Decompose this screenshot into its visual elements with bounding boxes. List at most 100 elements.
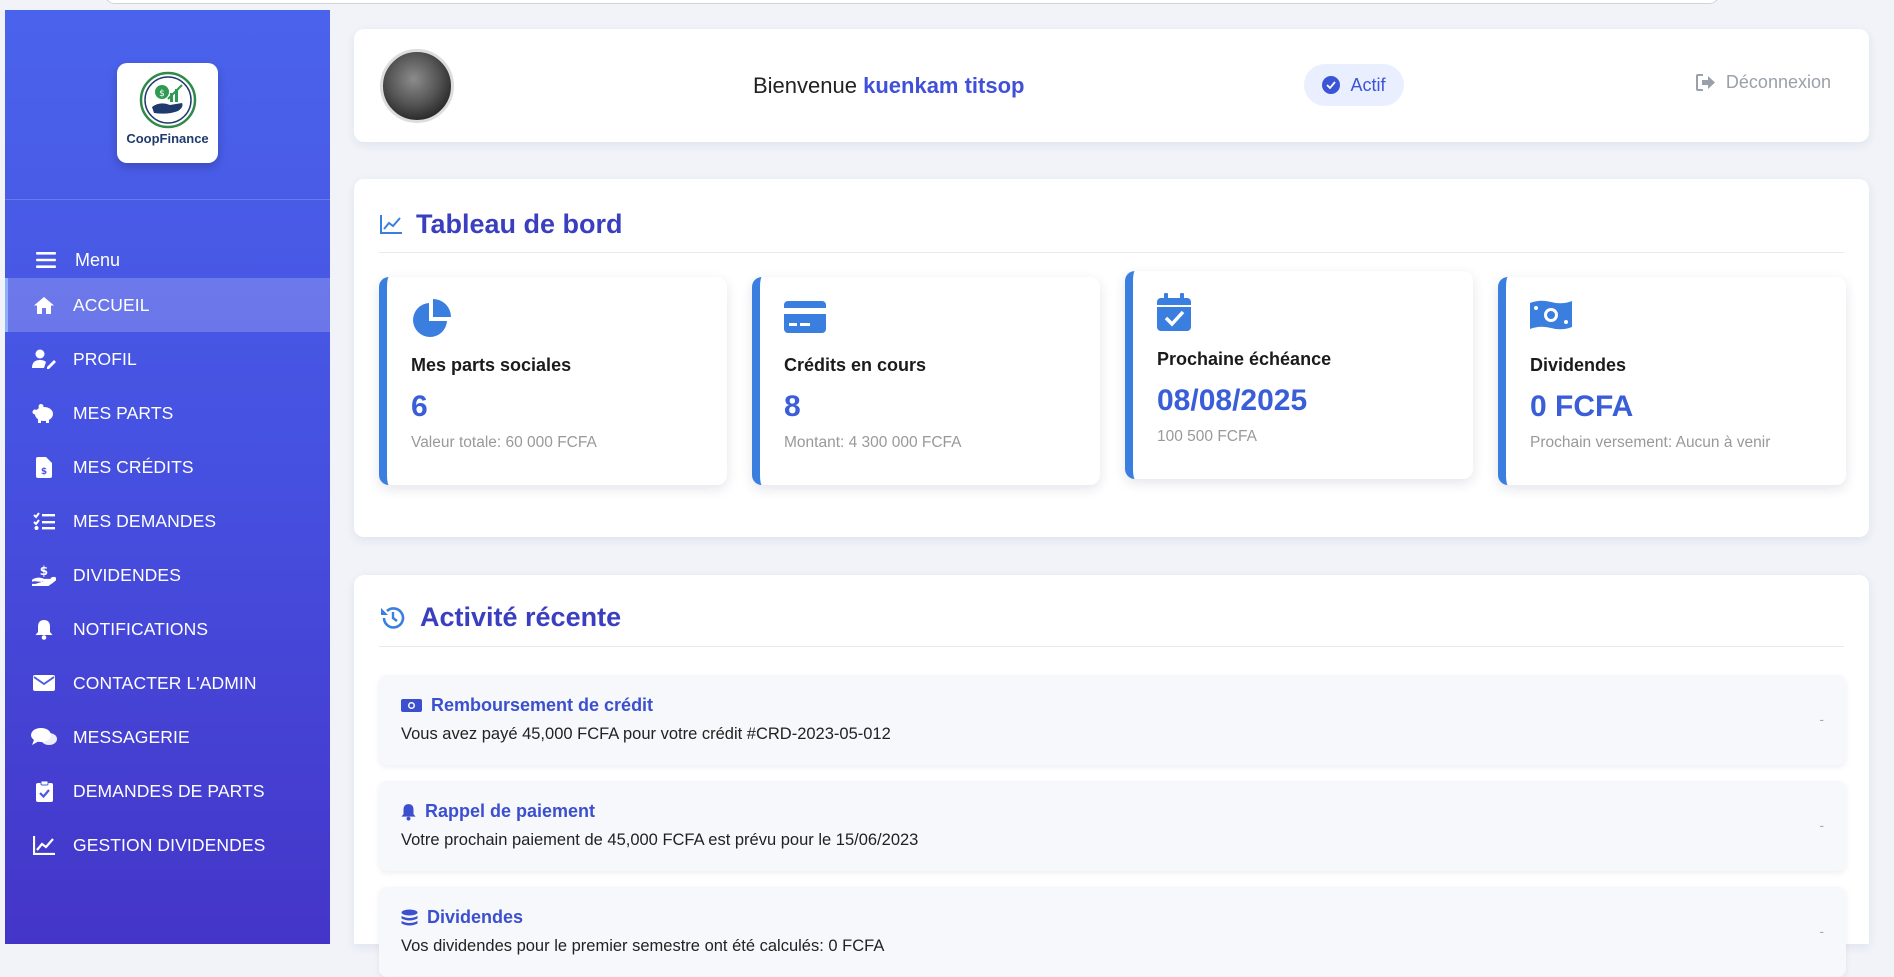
clipboard-check-icon	[31, 780, 57, 802]
user-header: Bienvenue kuenkam titsop Actif Déconnexi…	[354, 29, 1869, 142]
sidebar-item-label: NOTIFICATIONS	[73, 618, 209, 639]
money-bill-icon	[1530, 299, 1846, 341]
stat-subtext: Valeur totale: 60 000 FCFA	[411, 434, 597, 451]
status-badge: Actif	[1304, 64, 1404, 106]
money-bill-icon	[401, 699, 422, 712]
dashboard-title: Tableau de bord	[380, 209, 623, 240]
sidebar-item-label: DIVIDENDES	[73, 564, 181, 585]
divider	[379, 646, 1844, 647]
sidebar: $ CoopFinance Menu ACCUEIL PROFIL MES PA…	[5, 10, 330, 944]
stat-value: 6	[411, 390, 428, 423]
user-edit-icon	[31, 348, 57, 370]
logo-text: CoopFinance	[126, 131, 209, 146]
bell-icon	[31, 618, 57, 640]
sidebar-item-messagerie[interactable]: MESSAGERIE	[5, 710, 330, 764]
sidebar-item-mes-credits[interactable]: $ MES CRÉDITS	[5, 440, 330, 494]
activity-description: Votre prochain paiement de 45,000 FCFA e…	[401, 831, 919, 849]
invoice-dollar-icon: $	[31, 456, 57, 478]
calendar-check-icon	[1157, 293, 1473, 335]
user-name: kuenkam titsop	[863, 73, 1025, 98]
sidebar-item-label: ACCUEIL	[73, 294, 150, 315]
activity-description: Vous avez payé 45,000 FCFA pour votre cr…	[401, 725, 891, 743]
comments-icon	[31, 726, 57, 748]
stat-subtext: Montant: 4 300 000 FCFA	[784, 434, 962, 451]
chart-line-icon	[31, 834, 57, 856]
sidebar-item-contacter-admin[interactable]: CONTACTER L'ADMIN	[5, 656, 330, 710]
sidebar-item-label: GESTION DIVIDENDES	[73, 834, 266, 855]
welcome-prefix: Bienvenue	[753, 73, 857, 98]
activity-time: -	[1819, 817, 1824, 833]
logout-label: Déconnexion	[1725, 72, 1831, 92]
sidebar-item-mes-demandes[interactable]: MES DEMANDES	[5, 494, 330, 548]
sidebar-item-label: CONTACTER L'ADMIN	[73, 672, 257, 693]
activity-item[interactable]: Rappel de paiement Votre prochain paieme…	[379, 781, 1846, 871]
tasks-list-icon	[31, 510, 57, 532]
svg-text:$: $	[159, 89, 165, 99]
pie-chart-icon	[411, 299, 727, 341]
sidebar-item-label: MESSAGERIE	[73, 726, 190, 747]
divider	[379, 252, 1844, 253]
stat-card-dividendes[interactable]: Dividendes 0 FCFA Prochain versement: Au…	[1498, 277, 1846, 485]
sidebar-item-label: PROFIL	[73, 348, 137, 369]
recent-activity-panel: Activité récente Remboursement de crédit…	[354, 575, 1869, 977]
chart-line-icon	[380, 215, 402, 234]
hand-holding-usd-icon: $	[31, 564, 57, 586]
piggy-bank-icon	[31, 402, 57, 424]
menu-label: Menu	[75, 249, 121, 270]
stat-value: 08/08/2025	[1157, 384, 1308, 417]
stat-card-echeance[interactable]: Prochaine échéance 08/08/2025 100 500 FC…	[1125, 271, 1473, 479]
app-logo[interactable]: $ CoopFinance	[117, 63, 218, 163]
sidebar-item-label: MES CRÉDITS	[73, 456, 194, 477]
stat-label: Mes parts sociales	[411, 355, 572, 375]
stat-label: Dividendes	[1530, 355, 1627, 375]
sidebar-item-notifications[interactable]: NOTIFICATIONS	[5, 602, 330, 656]
hamburger-icon	[33, 249, 59, 271]
sidebar-item-gestion-dividendes[interactable]: GESTION DIVIDENDES	[5, 818, 330, 872]
coopfinance-logo-icon: $	[139, 71, 196, 129]
activity-title-text: Remboursement de crédit	[431, 695, 654, 715]
address-bar-edge[interactable]	[104, 0, 1720, 4]
svg-text:$: $	[40, 565, 48, 578]
activity-title: Activité récente	[380, 602, 621, 633]
welcome-message: Bienvenue kuenkam titsop	[753, 73, 1024, 99]
browser-top-edge	[0, 0, 1894, 10]
sidebar-item-label: MES PARTS	[73, 402, 174, 423]
coins-icon	[401, 909, 418, 925]
sidebar-item-accueil[interactable]: ACCUEIL	[5, 278, 330, 332]
activity-item-title: Dividendes	[401, 907, 523, 928]
sidebar-item-label: DEMANDES DE PARTS	[73, 780, 265, 801]
stat-card-credits[interactable]: Crédits en cours 8 Montant: 4 300 000 FC…	[752, 277, 1100, 485]
activity-title-text: Activité récente	[420, 602, 622, 632]
activity-item-title: Rappel de paiement	[401, 801, 595, 822]
sidebar-item-label: MES DEMANDES	[73, 510, 217, 531]
status-label: Actif	[1350, 74, 1386, 95]
sidebar-item-profil[interactable]: PROFIL	[5, 332, 330, 386]
activity-title-text: Rappel de paiement	[425, 801, 596, 821]
stat-label: Prochaine échéance	[1157, 349, 1332, 369]
sidebar-item-demandes-de-parts[interactable]: DEMANDES DE PARTS	[5, 764, 330, 818]
activity-item[interactable]: Remboursement de crédit Vous avez payé 4…	[379, 675, 1846, 765]
activity-item-title: Remboursement de crédit	[401, 695, 653, 716]
stat-card-parts[interactable]: Mes parts sociales 6 Valeur totale: 60 0…	[379, 277, 727, 485]
stat-subtext: Prochain versement: Aucun à venir	[1530, 434, 1771, 451]
activity-description: Vos dividendes pour le premier semestre …	[401, 937, 885, 955]
credit-card-icon	[784, 299, 1100, 341]
sidebar-item-dividendes[interactable]: $ DIVIDENDES	[5, 548, 330, 602]
envelope-icon	[31, 672, 57, 694]
history-icon	[381, 606, 405, 629]
dashboard-panel: Tableau de bord Mes parts sociales 6 Val…	[354, 179, 1869, 537]
avatar[interactable]	[380, 49, 454, 123]
svg-text:$: $	[41, 467, 47, 477]
stat-value: 0 FCFA	[1530, 390, 1634, 423]
activity-time: -	[1819, 711, 1824, 727]
menu-toggle[interactable]: Menu	[5, 238, 330, 282]
activity-item[interactable]: Dividendes Vos dividendes pour le premie…	[379, 887, 1846, 977]
stat-label: Crédits en cours	[784, 355, 927, 375]
stat-value: 8	[784, 390, 801, 423]
sidebar-item-mes-parts[interactable]: MES PARTS	[5, 386, 330, 440]
home-icon	[31, 294, 57, 316]
activity-time: -	[1819, 923, 1824, 939]
dashboard-title-text: Tableau de bord	[416, 209, 623, 239]
logout-button[interactable]: Déconnexion	[1695, 72, 1831, 93]
stat-subtext: 100 500 FCFA	[1157, 428, 1257, 445]
